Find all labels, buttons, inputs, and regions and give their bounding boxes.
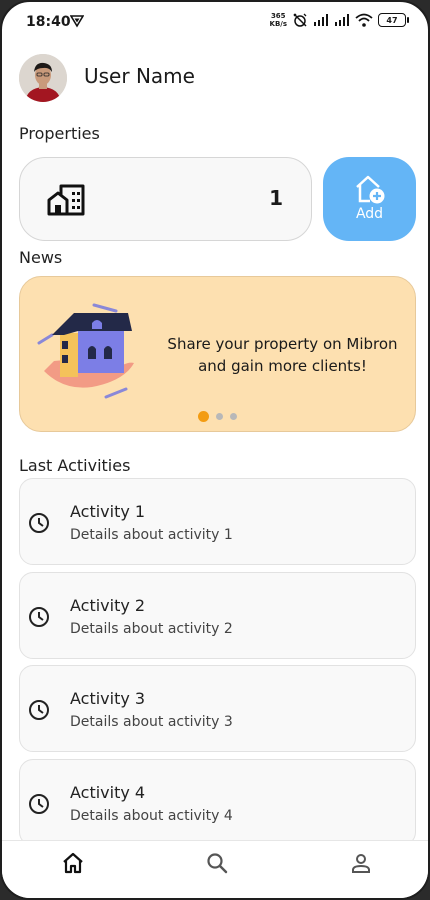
activity-details: Details about activity 1 [70, 527, 233, 543]
clock-icon [29, 607, 49, 627]
profile-icon[interactable] [349, 851, 373, 875]
activity-item[interactable]: Activity 4 Details about activity 4 [19, 759, 416, 846]
clock-icon [29, 794, 49, 814]
activity-title: Activity 4 [70, 783, 146, 802]
bottom-navigation [2, 840, 428, 898]
activity-title: Activity 1 [70, 502, 146, 521]
properties-card[interactable]: 1 [19, 157, 312, 241]
house-in-hand-illustration [37, 303, 134, 399]
phone-screen: 18:40 365 KB/s 47 User Name Properties 1… [0, 0, 430, 900]
activity-details: Details about activity 2 [70, 621, 233, 637]
status-time: 18:40 [26, 14, 71, 30]
activity-title: Activity 3 [70, 689, 146, 708]
signal-icon-secondary [335, 14, 349, 26]
activities-section-title: Last Activities [19, 456, 131, 475]
search-icon[interactable] [205, 851, 229, 875]
vpn-icon [70, 15, 84, 28]
user-name: User Name [84, 64, 195, 88]
status-icons: 365 KB/s 47 [270, 12, 409, 28]
status-bar: 18:40 365 KB/s 47 [2, 2, 428, 42]
signal-icon [314, 14, 328, 26]
battery-indicator: 47 [378, 13, 409, 27]
properties-section-title: Properties [19, 124, 100, 143]
activity-item[interactable]: Activity 3 Details about activity 3 [19, 665, 416, 752]
clock-icon [29, 513, 49, 533]
news-text: Share your property on Mibron and gain m… [167, 335, 398, 375]
avatar-image [19, 54, 67, 102]
buildings-icon [47, 184, 85, 216]
news-banner[interactable]: Share your property on Mibron and gain m… [19, 276, 416, 432]
activity-item[interactable]: Activity 2 Details about activity 2 [19, 572, 416, 659]
activity-details: Details about activity 3 [70, 714, 233, 730]
network-speed: 365 KB/s [270, 12, 287, 28]
carousel-dots [198, 411, 237, 422]
activity-details: Details about activity 4 [70, 808, 233, 824]
carousel-dot[interactable] [230, 413, 237, 420]
clock-icon [29, 700, 49, 720]
carousel-dot[interactable] [216, 413, 223, 420]
network-speed-unit: KB/s [269, 20, 287, 28]
add-property-button[interactable]: Add [323, 157, 416, 241]
carousel-dot-active[interactable] [198, 411, 209, 422]
network-speed-value: 365 [270, 12, 286, 20]
activity-title: Activity 2 [70, 596, 146, 615]
avatar[interactable] [19, 54, 67, 102]
add-home-icon [355, 175, 384, 204]
home-icon[interactable] [61, 851, 85, 875]
properties-count: 1 [269, 186, 283, 210]
news-section-title: News [19, 248, 63, 267]
add-button-label: Add [355, 206, 384, 222]
alarm-off-icon [293, 13, 307, 27]
wifi-icon [355, 13, 373, 27]
activity-item[interactable]: Activity 1 Details about activity 1 [19, 478, 416, 565]
